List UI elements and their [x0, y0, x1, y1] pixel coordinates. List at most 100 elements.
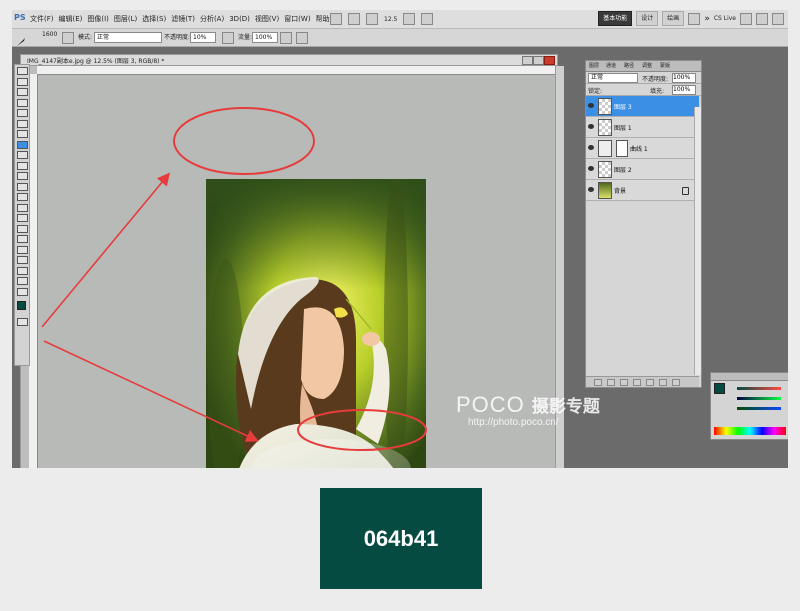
menu-window[interactable]: 窗口(W): [284, 12, 310, 26]
layer-row-curves-1[interactable]: 曲线 1: [586, 138, 699, 159]
eye-icon[interactable]: [588, 166, 594, 171]
eye-icon[interactable]: [588, 124, 594, 129]
healing-tool-icon[interactable]: [16, 130, 28, 138]
workspace-essentials-button[interactable]: 基本功能: [598, 11, 633, 26]
red-slider[interactable]: [737, 387, 781, 390]
color-swatches[interactable]: [15, 298, 29, 316]
delete-layer-icon[interactable]: [672, 379, 680, 386]
doc-restore-icon[interactable]: [533, 56, 544, 65]
tab-layers[interactable]: 图层: [589, 62, 599, 69]
menu-3d[interactable]: 3D(D): [229, 12, 250, 26]
minimize-icon[interactable]: [740, 12, 752, 25]
close-app-icon[interactable]: [772, 12, 784, 25]
more-workspaces-button[interactable]: »: [704, 14, 710, 24]
fill-field[interactable]: 100%: [672, 85, 696, 95]
doc-minimize-icon[interactable]: [522, 56, 533, 65]
blue-slider[interactable]: [737, 407, 781, 410]
restore-icon[interactable]: [756, 12, 768, 25]
menu-edit[interactable]: 编辑(E): [59, 12, 83, 26]
stamp-tool-icon[interactable]: [16, 151, 28, 159]
type-tool-icon[interactable]: [16, 224, 28, 233]
add-mask-icon[interactable]: [620, 379, 628, 386]
layers-footer-buttons: [594, 379, 680, 386]
new-group-icon[interactable]: [646, 379, 654, 386]
gradient-tool-icon[interactable]: [16, 182, 28, 191]
eye-icon[interactable]: [588, 145, 594, 150]
hand-tool-icon[interactable]: [16, 277, 28, 285]
photo-canvas[interactable]: [206, 179, 426, 468]
blur-tool-icon[interactable]: [16, 193, 28, 201]
blend-mode-select[interactable]: 正常: [588, 73, 638, 83]
layer-row-layer-2[interactable]: 图层 2: [586, 159, 699, 180]
menu-analysis[interactable]: 分析(A): [200, 12, 224, 26]
pen-tool-icon[interactable]: [16, 214, 28, 222]
tab-adjustments[interactable]: 调整: [642, 62, 652, 69]
history-brush-tool-icon[interactable]: [16, 161, 28, 170]
workspace-painting-button[interactable]: 绘画: [662, 11, 685, 26]
mode-select[interactable]: 正常: [94, 32, 162, 43]
opacity-field[interactable]: 10%: [190, 32, 216, 43]
brush-tool-active-icon[interactable]: [16, 140, 28, 149]
3d-orbit-tool-icon[interactable]: [16, 266, 28, 275]
eyedropper-tool-icon[interactable]: [16, 119, 28, 128]
3d-rotate-tool-icon[interactable]: [16, 256, 28, 264]
layer-row-layer-1[interactable]: 图层 1: [586, 117, 699, 138]
move-tool-icon[interactable]: [16, 67, 28, 75]
document-tab[interactable]: IMG_4147副本e.jpg @ 12.5% (图层 3, RGB/8) *: [21, 55, 557, 66]
color-panel-tabs[interactable]: [711, 373, 788, 381]
workspace-design-button[interactable]: 设计: [636, 11, 659, 26]
flow-field[interactable]: 100%: [252, 32, 278, 43]
pressure-size-icon[interactable]: [296, 32, 308, 44]
layer-style-icon[interactable]: [607, 379, 615, 386]
view-extras-icon[interactable]: [366, 13, 378, 25]
airbrush-icon[interactable]: [280, 32, 292, 44]
menu-layer[interactable]: 图层(L): [114, 12, 137, 26]
layer-row-layer-3[interactable]: 图层 3: [586, 96, 699, 117]
link-layers-icon[interactable]: [594, 379, 602, 386]
path-select-tool-icon[interactable]: [16, 235, 28, 243]
brush-panel-icon[interactable]: [62, 32, 74, 44]
mini-bridge-icon[interactable]: [348, 13, 360, 25]
layer-mask-thumbnail[interactable]: [616, 140, 628, 157]
menu-view[interactable]: 视图(V): [255, 12, 279, 26]
new-layer-icon[interactable]: [659, 379, 667, 386]
shape-tool-icon[interactable]: [16, 245, 28, 254]
workspace-icon[interactable]: [688, 12, 701, 25]
menu-file[interactable]: 文件(F): [30, 12, 54, 26]
pressure-opacity-icon[interactable]: [222, 32, 234, 44]
color-ramp[interactable]: [714, 427, 786, 435]
eye-icon[interactable]: [588, 103, 594, 108]
dodge-tool-icon[interactable]: [16, 203, 28, 212]
layers-scrollbar[interactable]: [694, 107, 701, 375]
doc-close-icon[interactable]: [544, 56, 555, 65]
green-slider[interactable]: [737, 397, 781, 400]
color-panel-foreground[interactable]: [714, 383, 725, 394]
brush-tool-icon[interactable]: [16, 32, 26, 46]
cs-live-button[interactable]: CS Live: [714, 15, 736, 22]
layer-row-background[interactable]: 背景: [586, 180, 699, 201]
eye-icon[interactable]: [588, 187, 594, 192]
lasso-tool-icon[interactable]: [16, 88, 28, 96]
marquee-tool-icon[interactable]: [16, 77, 28, 86]
tab-channels[interactable]: 通道: [606, 62, 616, 69]
layer-opacity-field[interactable]: 100%: [672, 73, 696, 83]
quick-mask-icon[interactable]: [16, 318, 28, 326]
foreground-color-swatch[interactable]: [17, 301, 26, 310]
arrange-documents-icon[interactable]: [403, 13, 416, 25]
tab-paths[interactable]: 路径: [624, 62, 634, 69]
quick-select-tool-icon[interactable]: [16, 98, 28, 107]
bridge-icon[interactable]: [330, 13, 342, 25]
color-swatch-064b41: 064b41: [320, 488, 482, 589]
menu-filter[interactable]: 滤镜(T): [171, 12, 195, 26]
tab-masks[interactable]: 蒙版: [660, 62, 670, 69]
zoom-level[interactable]: 12.5: [384, 16, 397, 23]
crop-tool-icon[interactable]: [16, 109, 28, 117]
eraser-tool-icon[interactable]: [16, 172, 28, 180]
zoom-tool-icon[interactable]: [16, 287, 28, 296]
screen-mode-icon[interactable]: [421, 13, 434, 25]
brush-size[interactable]: 1600: [42, 31, 57, 38]
menu-select[interactable]: 选择(S): [142, 12, 166, 26]
menu-image[interactable]: 图像(I): [87, 12, 109, 26]
new-adjustment-icon[interactable]: [633, 379, 641, 386]
layer-name: 曲线 1: [630, 146, 648, 153]
